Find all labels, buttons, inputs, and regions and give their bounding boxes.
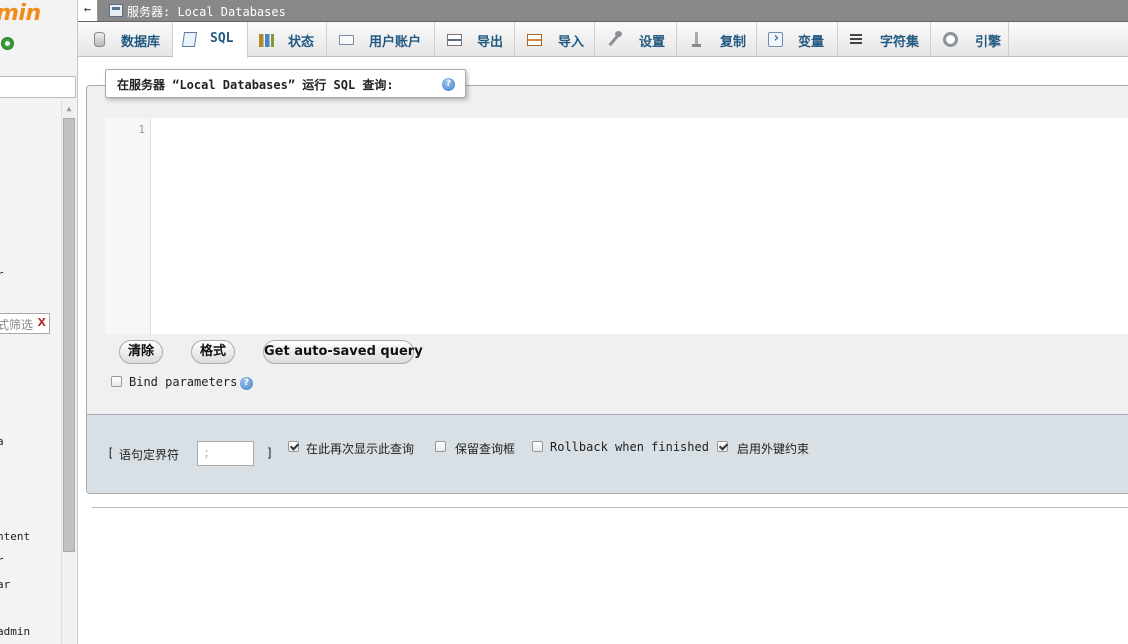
bind-parameters-checkbox[interactable]: [111, 376, 122, 387]
tab-settings[interactable]: 设置: [595, 22, 677, 57]
server-icon: [109, 4, 123, 17]
help-icon[interactable]: ?: [240, 377, 253, 390]
delimiter-label: 语句定界符: [119, 448, 180, 462]
database-icon: [94, 32, 105, 47]
variables-icon: [768, 30, 783, 47]
help-icon[interactable]: ?: [442, 78, 455, 91]
tab-label: 导入: [558, 35, 585, 50]
navigation-panel: min r 式筛选 X a ntent r ar admin ▲: [0, 0, 78, 644]
format-button[interactable]: 格式: [191, 340, 235, 364]
tab-charset[interactable]: 字符集: [838, 22, 931, 57]
tab-label: 复制: [720, 35, 747, 50]
import-icon: [527, 34, 542, 46]
delimiter-open-bracket: [: [107, 446, 115, 460]
collapse-navigation-button[interactable]: ←: [78, 0, 98, 21]
tab-variables[interactable]: 变量: [757, 22, 838, 57]
nav-filter-placeholder: 式筛选: [0, 318, 34, 332]
delimiter-input[interactable]: ;: [197, 441, 254, 466]
user-accounts-icon: [339, 35, 354, 45]
nav-tree-item[interactable]: ntent: [0, 530, 30, 543]
nav-scrollbar[interactable]: ▲: [61, 101, 75, 644]
tab-engines[interactable]: 引擎: [931, 22, 1009, 57]
wrench-icon: [607, 31, 622, 47]
clear-filter-icon[interactable]: X: [38, 316, 46, 329]
rollback-label[interactable]: Rollback when finished: [550, 440, 709, 454]
tab-label: 导出: [477, 35, 504, 50]
nav-tree-item[interactable]: r: [0, 268, 4, 281]
get-autosaved-query-button[interactable]: Get auto-saved query: [263, 340, 423, 364]
navigation-search-input[interactable]: [0, 76, 76, 98]
tab-label: SQL: [210, 31, 234, 46]
retain-query-box-checkbox[interactable]: [435, 441, 446, 452]
engine-icon: [943, 32, 958, 47]
divider: [92, 507, 1128, 508]
export-icon: [447, 34, 462, 46]
scroll-up-arrow-icon[interactable]: ▲: [62, 103, 76, 115]
charset-icon: [850, 34, 862, 45]
bind-parameters-label[interactable]: Bind parameters: [129, 375, 237, 389]
foreign-key-checks-checkbox[interactable]: [717, 441, 728, 452]
tab-label: 状态: [288, 35, 315, 50]
tab-user-accounts[interactable]: 用户账户: [327, 22, 435, 57]
tab-databases[interactable]: 数据库: [78, 22, 173, 57]
tab-replication[interactable]: 复制: [677, 22, 757, 57]
tab-label: 用户账户: [369, 35, 422, 50]
legend-text: 在服务器 “Local Databases” 运行 SQL 查询:: [117, 78, 394, 92]
phpmyadmin-logo[interactable]: min: [0, 1, 41, 26]
clear-button[interactable]: 清除: [119, 340, 163, 364]
rollback-checkbox[interactable]: [532, 441, 543, 452]
nav-scroll-thumb[interactable]: [63, 118, 75, 552]
breadcrumb-server[interactable]: 服务器: Local Databases: [127, 3, 286, 20]
server-tabs: 数据库 SQL 状态 用户账户 导出 导入 设置 复制 变量 字符集 引擎: [78, 22, 1128, 58]
nav-tree-item[interactable]: admin: [0, 625, 30, 638]
status-icon: [259, 34, 274, 47]
tab-label: 字符集: [880, 35, 920, 50]
delimiter-close-bracket: ]: [266, 446, 274, 460]
tab-status[interactable]: 状态: [248, 22, 327, 57]
tab-label: 数据库: [121, 35, 161, 50]
foreign-key-checks-label[interactable]: 启用外键约束: [737, 440, 809, 457]
line-number: 1: [138, 123, 145, 136]
tab-export[interactable]: 导出: [435, 22, 515, 57]
sql-query-legend: 在服务器 “Local Databases” 运行 SQL 查询: ?: [105, 69, 466, 98]
tab-sql[interactable]: SQL: [172, 22, 248, 58]
tab-label: 引擎: [975, 35, 1002, 50]
show-query-again-label[interactable]: 在此再次显示此查询: [306, 440, 414, 457]
tab-import[interactable]: 导入: [515, 22, 595, 57]
reload-navigation-icon[interactable]: [1, 37, 14, 50]
nav-tree-item[interactable]: ar: [0, 578, 10, 591]
top-breadcrumb-bar: ← 服务器: Local Databases: [78, 0, 1128, 22]
tab-label: 变量: [798, 35, 825, 50]
show-query-again-checkbox[interactable]: [288, 441, 299, 452]
sql-query-editor[interactable]: 1: [105, 118, 1128, 334]
replication-icon: [689, 32, 704, 47]
nav-filter-input[interactable]: 式筛选 X: [0, 313, 50, 334]
editor-line-gutter: 1: [105, 118, 151, 334]
nav-tree-item[interactable]: a: [0, 435, 4, 448]
sql-icon: [181, 32, 198, 47]
retain-query-box-label[interactable]: 保留查询框: [455, 440, 515, 457]
nav-tree-item[interactable]: r: [0, 554, 4, 567]
tab-label: 设置: [639, 35, 666, 50]
